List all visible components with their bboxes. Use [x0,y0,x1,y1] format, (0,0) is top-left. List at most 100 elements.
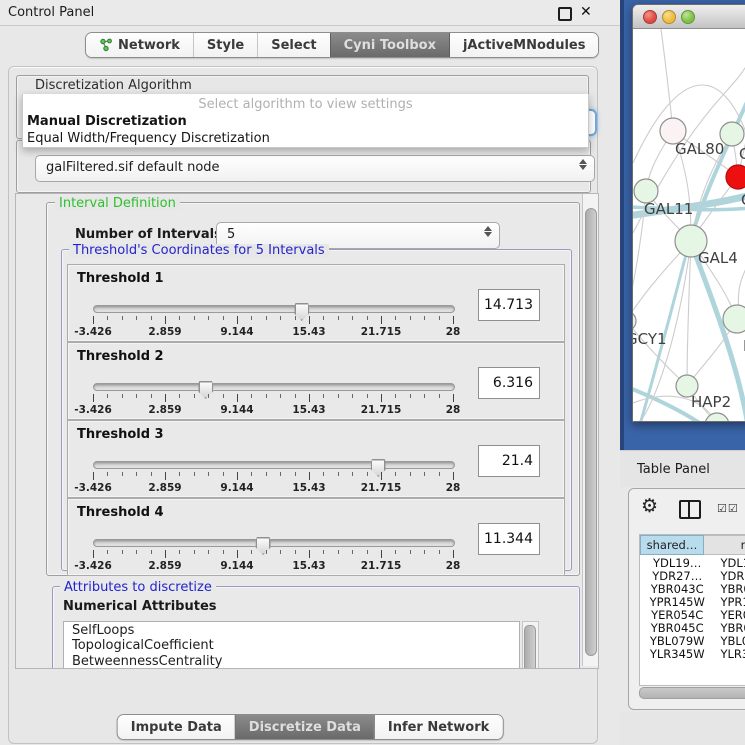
number-of-intervals-value: 5 [227,227,235,242]
node-label-partial-red: C [741,191,745,209]
threshold-2-value[interactable]: 6.316 [478,367,540,399]
table-header-row: shared… na [640,535,745,555]
close-traffic-light-icon[interactable] [643,10,657,24]
desktop-edge [620,0,624,450]
table-panel-titlebar: Table Panel [620,450,745,487]
slider-ticks [93,472,453,481]
column-header-shared-name[interactable]: shared… [640,535,704,555]
tab-cyni-toolbox[interactable]: Cyni Toolbox [330,33,449,57]
slider-tick-labels: -3.4262.8599.14415.4321.71528 [93,326,453,338]
interval-definition-group: Interval Definition Number of Intervals … [46,202,580,576]
float-window-icon[interactable] [558,7,572,21]
tab-style-label: Style [207,38,244,53]
dropdown-option-equal-width[interactable]: Equal Width/Frequency Discretization [23,130,588,147]
zoom-traffic-light-icon[interactable] [681,10,695,24]
table-row[interactable]: YBL079WYBL0 [640,634,745,647]
table-row[interactable]: YBR043CYBR0 [640,582,745,595]
threshold-4-slider: -3.4262.8599.14415.4321.71528 [93,536,453,572]
control-panel-titlebar: Control Panel ✕ [0,0,620,26]
slider-ticks [93,550,453,559]
attribute-list-item[interactable]: BetweennessCentrality [64,653,519,668]
table-panel-title: Table Panel [637,462,710,477]
node-partial-right[interactable] [723,305,745,333]
tab-jactivemnodules[interactable]: jActiveMNodules [449,33,599,57]
network-window-titlebar[interactable] [633,5,745,29]
select-columns-icon[interactable]: ☑☑ [717,502,739,515]
slider-track[interactable] [93,461,455,469]
node-label-gal4: GAL4 [698,249,738,267]
combo-arrows-icon [483,226,492,237]
attributes-list-scrollbar[interactable] [522,621,539,669]
network-canvas[interactable]: GAL80 G C GAL11 GAL4 GCY1 H HAP2 [633,29,745,421]
dropdown-option-manual[interactable]: Manual Discretization [23,113,588,130]
table-row[interactable]: YLR345WYLR3 [640,647,745,660]
node-table: shared… na YDL19…YDL1YDR27…YDR2YBR043CYB… [639,534,745,686]
column-header-name[interactable]: na [704,535,745,555]
settings-scroll-pane: Interval Definition Number of Intervals … [15,193,599,669]
columns-icon[interactable] [679,500,701,519]
table-row[interactable]: YPR145WYPR1 [640,595,745,608]
threshold-1-slider: -3.4262.8599.14415.4321.71528 [93,302,453,338]
scrollbar-thumb[interactable] [585,208,597,656]
control-panel: Control Panel ✕ Network Style Select Cyn… [0,0,620,745]
numerical-attributes-list[interactable]: SelfLoopsTopologicalCoefficientBetweenne… [63,621,520,669]
threshold-2-slider: -3.4262.8599.14415.4321.71528 [93,380,453,416]
tab-style[interactable]: Style [193,33,257,57]
settings-scrollbar[interactable] [582,194,598,666]
gear-icon[interactable]: ⚙ [641,497,658,516]
slider-tick-labels: -3.4262.8599.14415.4321.71528 [93,404,453,416]
tab-network[interactable]: Network [86,33,193,57]
app-root: Control Panel ✕ Network Style Select Cyn… [0,0,745,745]
slider-track[interactable] [93,539,455,547]
threshold-4-label: Threshold 4 [77,505,164,520]
below-table-panel [620,712,745,745]
threshold-3-value[interactable]: 21.4 [478,445,540,477]
scrollbar-thumb[interactable] [524,625,536,669]
tab-select-label: Select [271,38,316,53]
table-data-combo[interactable]: galFiltered.sif default node [35,155,595,182]
threshold-3-panel: Threshold 3 -3.4262.8599.14415.4321.7152… [67,420,565,498]
threshold-2-panel: Threshold 2 -3.4262.8599.14415.4321.7152… [67,342,565,420]
network-window[interactable]: GAL80 G C GAL11 GAL4 GCY1 H HAP2 [632,4,745,422]
node-gcy1[interactable] [633,311,636,331]
slider-ticks [93,316,453,325]
table-row[interactable]: YER054CYER0 [640,608,745,621]
algorithm-dropdown-popup: Select algorithm to view settings Manual… [22,94,589,148]
close-icon[interactable]: ✕ [580,4,592,20]
threshold-coordinates-title: Threshold's Coordinates for 5 Intervals [69,244,329,257]
tab-impute-data-label: Impute Data [131,720,222,735]
attribute-list-item[interactable]: TopologicalCoefficient [64,637,519,652]
network-graph: GAL80 G C GAL11 GAL4 GCY1 H HAP2 [633,29,745,421]
tab-discretize-data-label: Discretize Data [249,720,361,735]
interval-definition-title: Interval Definition [55,197,180,210]
tab-cyni-toolbox-label: Cyni Toolbox [344,38,436,53]
node-label-partial-top: G [739,145,745,163]
attributes-to-discretize-group: Attributes to discretize Numerical Attri… [52,586,580,669]
discretization-algorithm-group: Discretization Algorithm Select algorith… [16,75,589,139]
table-rows: YDL19…YDL1YDR27…YDR2YBR043CYBR0YPR145WYP… [640,556,745,660]
threshold-1-label: Threshold 1 [77,271,164,286]
cyni-toolbox-panel: Discretization Algorithm Select algorith… [8,66,598,744]
slider-track[interactable] [93,305,455,313]
threshold-4-value[interactable]: 11.344 [478,523,540,555]
table-row[interactable]: YDL19…YDL1 [640,556,745,569]
table-row[interactable]: YBR045CYBR0 [640,621,745,634]
node-label-hap2: HAP2 [691,393,731,411]
node-selected-red[interactable] [726,165,745,189]
node-label-gal80: GAL80 [675,140,724,158]
threshold-1-value[interactable]: 14.713 [478,289,540,321]
tab-infer-network[interactable]: Infer Network [374,715,502,739]
slider-track[interactable] [93,383,455,391]
node-label-gal11: GAL11 [644,200,693,218]
tab-discretize-data[interactable]: Discretize Data [235,715,374,739]
attribute-list-item[interactable]: SelfLoops [64,622,519,637]
attributes-group-title: Attributes to discretize [60,581,216,594]
tab-select[interactable]: Select [257,33,329,57]
table-row[interactable]: YDR27…YDR2 [640,569,745,582]
table-horizontal-scrollbar[interactable] [639,687,745,699]
network-icon [99,38,113,52]
threshold-coordinates-group: Threshold's Coordinates for 5 Intervals … [61,249,572,571]
minimize-traffic-light-icon[interactable] [662,10,676,24]
tab-impute-data[interactable]: Impute Data [118,715,235,739]
network-desktop: GAL80 G C GAL11 GAL4 GCY1 H HAP2 [620,0,745,450]
